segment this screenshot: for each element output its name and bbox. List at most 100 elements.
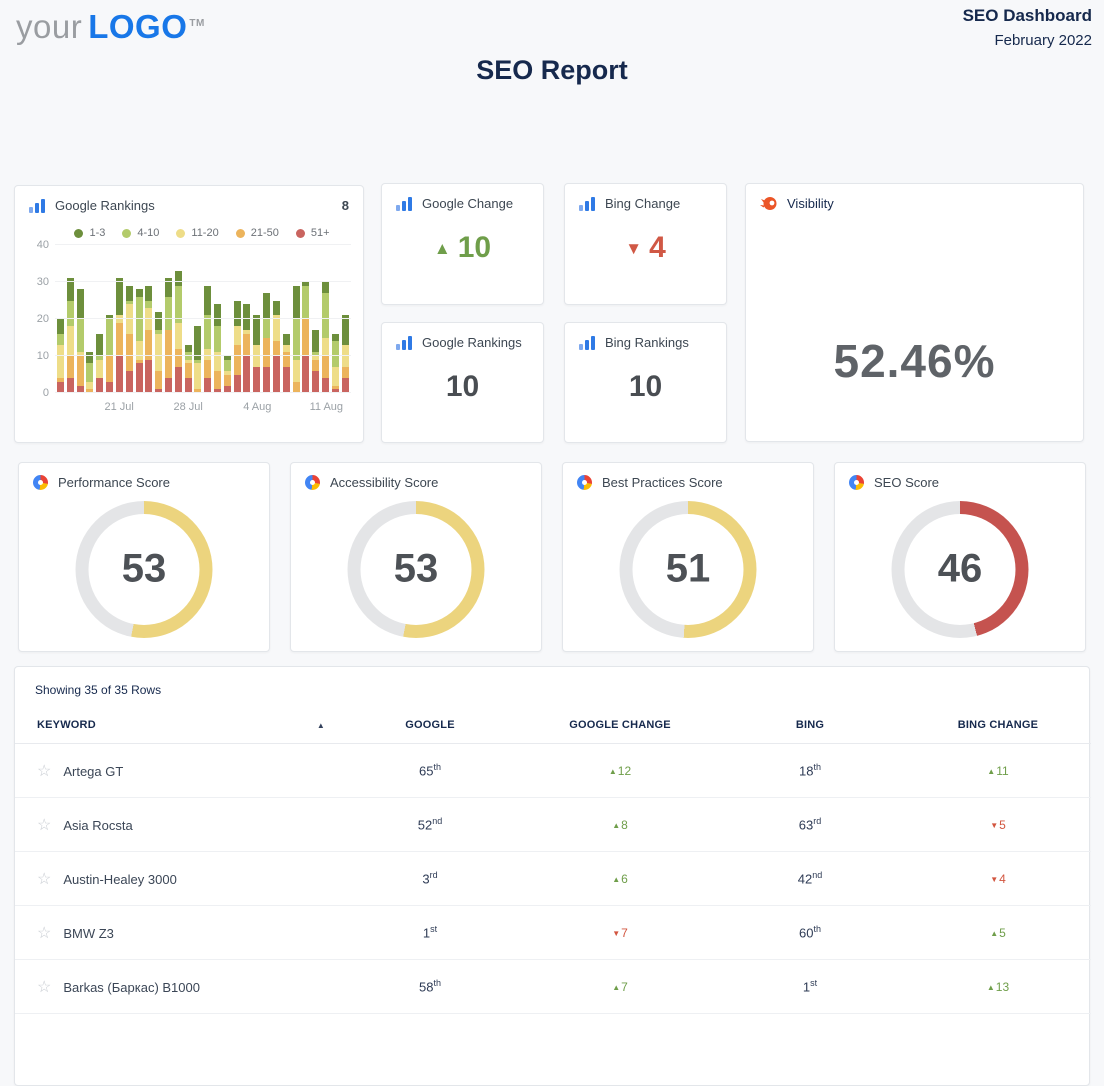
change-up-value: ▲13 <box>987 980 1009 994</box>
y-axis-tick-label: 0 <box>27 387 49 399</box>
bing-change: ▲13 <box>905 960 1091 1014</box>
y-axis-tick-label: 30 <box>27 276 49 288</box>
pagespeed-icon <box>849 475 864 490</box>
stacked-bar <box>145 286 152 393</box>
bing-rank: 18th <box>715 744 905 798</box>
visibility-value: 52.46% <box>746 334 1083 388</box>
bar-segment <box>204 378 211 393</box>
pagespeed-icon <box>577 475 592 490</box>
favorite-star-icon[interactable]: ☆ <box>37 979 51 996</box>
bar-segment <box>185 345 192 352</box>
bar-segment <box>77 319 84 352</box>
table-row: ☆Austin-Healey 30003rd▲642nd▼4 <box>15 852 1091 906</box>
bar-chart-icon <box>579 196 595 211</box>
bar-segment <box>342 367 349 378</box>
bar-segment <box>106 319 113 356</box>
card-title: Google Change <box>422 196 529 211</box>
gridline <box>55 318 351 319</box>
bar-segment <box>116 356 123 393</box>
bing-change: ▼5 <box>905 798 1091 852</box>
stacked-bar <box>136 289 143 393</box>
bar-segment <box>322 338 329 357</box>
bing-change: ▲5 <box>905 906 1091 960</box>
chart-count-badge: 8 <box>342 198 349 213</box>
stacked-bar <box>224 356 231 393</box>
bar-segment <box>77 289 84 319</box>
table-row: ☆Artega GT65th▲1218th▲11 <box>15 744 1091 798</box>
google-change: ▼7 <box>525 906 715 960</box>
stacked-bar <box>293 286 300 393</box>
legend-item: 4-10 <box>122 227 159 239</box>
bing-rankings-card: Bing Rankings 10 <box>564 322 727 443</box>
score-value: 53 <box>348 546 485 591</box>
report-meta: SEO Dashboard February 2022 <box>963 6 1092 49</box>
stacked-bar <box>165 278 172 393</box>
bar-segment <box>57 345 64 378</box>
gridline <box>55 244 351 245</box>
bar-segment <box>322 356 329 378</box>
report-period: February 2022 <box>963 32 1092 49</box>
stacked-bar <box>86 352 93 393</box>
bar-segment <box>136 341 143 360</box>
bar-segment <box>96 360 103 379</box>
bar-segment <box>136 297 143 341</box>
bar-segment <box>96 378 103 393</box>
column-header-bing[interactable]: BING <box>715 709 905 744</box>
favorite-star-icon[interactable]: ☆ <box>37 763 51 780</box>
bar-segment <box>145 301 152 308</box>
bar-segment <box>116 278 123 315</box>
card-title: Bing Change <box>605 196 712 211</box>
change-down-value: ▼5 <box>990 818 1006 832</box>
card-title: Accessibility Score <box>330 475 527 490</box>
card-title: Google Rankings <box>55 198 332 213</box>
favorite-star-icon[interactable]: ☆ <box>37 817 51 834</box>
bar-segment <box>214 326 221 352</box>
bing-change-value: ▼ 4 <box>565 217 726 279</box>
change-down-value: ▼7 <box>612 926 628 940</box>
change-up-value: ▲8 <box>612 818 628 832</box>
score-donut-gauge: 53 <box>348 501 485 638</box>
bar-segment <box>145 360 152 393</box>
bing-change: ▼4 <box>905 852 1091 906</box>
arrow-up-icon: ▲ <box>987 983 995 992</box>
arrow-up-icon: ▲ <box>612 875 620 884</box>
bar-segment <box>273 301 280 316</box>
card-title: SEO Score <box>874 475 1071 490</box>
score-gauge-card: SEO Score46 <box>834 462 1086 652</box>
column-header-keyword[interactable]: KEYWORD▲ <box>15 709 335 744</box>
column-header-google[interactable]: GOOGLE <box>335 709 525 744</box>
stacked-bar <box>67 278 74 393</box>
bar-segment <box>263 319 270 338</box>
favorite-star-icon[interactable]: ☆ <box>37 925 51 942</box>
column-header-bing-change[interactable]: BING CHANGE <box>905 709 1091 744</box>
bar-segment <box>175 349 182 368</box>
bar-segment <box>155 334 162 371</box>
rows-summary: Showing 35 of 35 Rows <box>15 667 1089 709</box>
bar-segment <box>57 334 64 345</box>
legend-dot-icon <box>74 229 83 238</box>
bar-segment <box>67 378 74 393</box>
column-header-google-change[interactable]: GOOGLE CHANGE <box>525 709 715 744</box>
bar-segment <box>283 334 290 345</box>
bar-segment <box>67 326 74 356</box>
bar-segment <box>155 312 162 331</box>
bar-segment <box>293 319 300 360</box>
legend-dot-icon <box>236 229 245 238</box>
bar-segment <box>243 356 250 393</box>
chart-x-axis: 21 Jul28 Jul4 Aug11 Aug <box>55 399 351 419</box>
arrow-up-icon: ▲ <box>609 767 617 776</box>
favorite-star-icon[interactable]: ☆ <box>37 871 51 888</box>
bar-segment <box>263 367 270 393</box>
gridline <box>55 355 351 356</box>
bar-segment <box>185 378 192 393</box>
score-donut-gauge: 53 <box>76 501 213 638</box>
bar-segment <box>86 382 93 389</box>
bar-segment <box>67 301 74 327</box>
legend-item: 51+ <box>296 227 330 239</box>
bing-change-card: Bing Change ▼ 4 <box>564 183 727 305</box>
stacked-bar <box>194 326 201 393</box>
pagespeed-icon <box>305 475 320 490</box>
bar-segment <box>224 375 231 386</box>
bar-segment <box>185 363 192 378</box>
arrow-up-icon: ▲ <box>990 929 998 938</box>
